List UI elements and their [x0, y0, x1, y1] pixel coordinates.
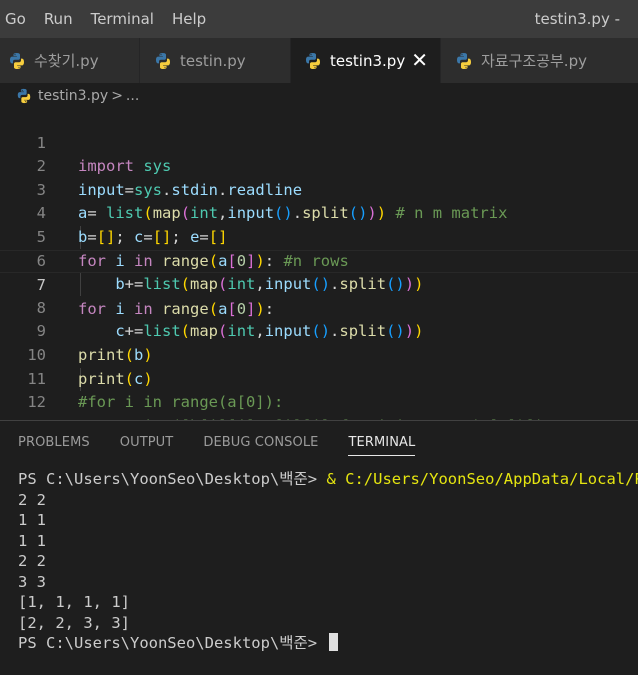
code-line: 1 import sys — [0, 108, 638, 176]
terminal-output-line: [2, 2, 3, 3] — [18, 613, 130, 632]
python-icon — [17, 88, 31, 104]
tab-sujatgi[interactable]: 수찾기.py — [0, 38, 140, 83]
terminal-output-line: 2 2 — [18, 490, 46, 509]
menu-run[interactable]: Run — [35, 0, 82, 38]
chevron-right-icon: > — [111, 88, 123, 104]
python-icon — [10, 52, 24, 69]
tab-label: testin3.py — [330, 51, 406, 70]
terminal-output-line: 2 2 — [18, 552, 46, 570]
code-line-current: 7 for i in range(a[0]): — [0, 249, 638, 318]
tab-output[interactable]: OUTPUT — [120, 421, 174, 465]
code-line: 2 input=sys.stdin.readline — [0, 132, 638, 199]
close-icon[interactable]: ✕ — [411, 48, 428, 72]
breadcrumb-file[interactable]: testin3.py — [38, 88, 108, 104]
breadcrumb: testin3.py > ... — [0, 83, 638, 109]
terminal-final-line: PS C:\Users\YoonSeo\Desktop\백준> — [18, 633, 638, 654]
python-icon — [306, 52, 320, 69]
tab-jaryogujo[interactable]: 자료구조공부.py — [441, 38, 638, 83]
tab-problems[interactable]: PROBLEMS — [18, 421, 90, 465]
python-icon — [156, 52, 170, 69]
code-line: 9 print(b) — [0, 297, 638, 364]
terminal-prompt: PS C:\Users\YoonSeo\Desktop\백준> — [18, 470, 327, 488]
terminal[interactable]: PS C:\Users\YoonSeo\Desktop\백준> & C:/Use… — [18, 469, 638, 654]
code-line: 5 for i in range(a[0]): #n rows — [0, 202, 638, 270]
code-line: 13 — [0, 391, 638, 435]
title-bar: Go Run Terminal Help testin3.py - — [0, 0, 638, 38]
menu-bar: Go Run Terminal Help — [0, 0, 215, 38]
panel-tabs: PROBLEMS OUTPUT DEBUG CONSOLE TERMINAL — [0, 421, 427, 465]
tab-debug-console[interactable]: DEBUG CONSOLE — [203, 421, 318, 465]
tab-label: 수찾기.py — [34, 52, 99, 70]
menu-terminal[interactable]: Terminal — [82, 0, 163, 38]
breadcrumb-more[interactable]: ... — [126, 88, 139, 104]
menu-go[interactable]: Go — [0, 0, 35, 38]
terminal-output-line: 3 3 — [18, 572, 46, 591]
tab-label: 자료구조공부.py — [481, 52, 587, 70]
tab-terminal[interactable]: TERMINAL — [348, 421, 416, 465]
code-line: 8 c+=list(map(int,input().split())) — [0, 273, 638, 341]
python-icon — [457, 52, 471, 69]
code-line: 4 b=[]; c=[]; e=[] — [0, 179, 638, 246]
code-line: 12 #print([b[i][j]+c[i][j] for j in rang… — [0, 368, 638, 435]
terminal-command: & C:/Users/YoonSeo/AppData/Local/Pr — [326, 470, 638, 488]
bottom-panel: PROBLEMS OUTPUT DEBUG CONSOLE TERMINAL P… — [0, 420, 638, 675]
window-title: testin3.py - — [534, 10, 620, 28]
tab-testin[interactable]: testin.py — [140, 38, 291, 83]
editor-tabs: 수찾기.py testin.py testin3.py ✕ 자료구조공부.py — [0, 38, 638, 83]
tab-label: testin.py — [180, 51, 246, 70]
terminal-command-line: PS C:\Users\YoonSeo\Desktop\백준> & C:/Use… — [18, 469, 638, 490]
terminal-output-line: 1 1 — [18, 531, 46, 550]
code-editor[interactable]: 1 import sys 2 input=sys.stdin.readline … — [0, 108, 638, 435]
terminal-cursor — [328, 633, 338, 651]
code-line: 11 #for i in range(a[0]): — [0, 344, 638, 412]
terminal-output-line: [1, 1, 1, 1] — [18, 593, 130, 611]
code-line: 6 b+=list(map(int,input().split())) — [0, 226, 638, 294]
menu-help[interactable]: Help — [163, 0, 215, 38]
tab-testin3[interactable]: testin3.py ✕ — [291, 38, 441, 83]
terminal-prompt: PS C:\Users\YoonSeo\Desktop\백준> — [18, 634, 318, 652]
code-line: 10 print(c) — [0, 320, 638, 388]
code-line: 3 a= list(map(int,input().split())) # n … — [0, 155, 638, 223]
terminal-output-line: 1 1 — [18, 511, 46, 529]
